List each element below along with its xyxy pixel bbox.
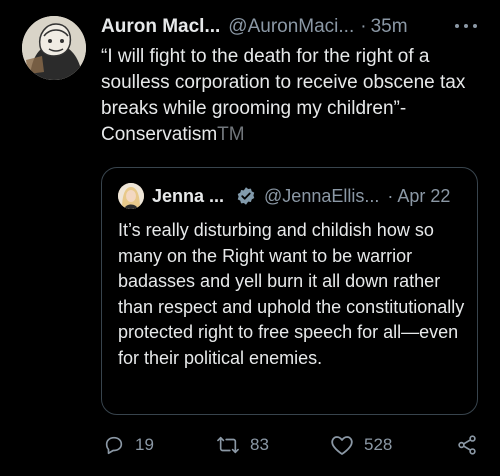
quoted-tweet[interactable]: Jenna ... @JennaEllis... · Apr 22 It’s r… (101, 167, 478, 415)
quote-date[interactable]: Apr 22 (397, 186, 450, 207)
retweet-count: 83 (250, 435, 269, 454)
reply-icon (103, 434, 125, 456)
quote-author-name[interactable]: Jenna ... (152, 186, 224, 207)
heart-icon (330, 434, 354, 456)
reply-count: 19 (135, 435, 154, 454)
like-count: 528 (364, 435, 393, 454)
tweet[interactable]: Auron Macl... @AuronMaci... · 35m “I wil… (0, 0, 500, 476)
share-icon (456, 434, 478, 456)
tweet-text: “I will fight to the death for the right… (101, 44, 491, 148)
quote-header: Jenna ... @JennaEllis... · Apr 22 (152, 183, 472, 209)
author-avatar[interactable] (22, 16, 86, 80)
more-horizontal-icon[interactable] (455, 19, 477, 33)
quote-author-avatar[interactable] (118, 183, 144, 209)
tweet-body: “I will fight to the death for the right… (101, 46, 466, 145)
retweet-button[interactable]: 83 (216, 430, 269, 460)
quote-separator-dot: · (387, 185, 394, 206)
quote-author-handle[interactable]: @JennaEllis... (264, 186, 379, 207)
separator-dot: · (360, 16, 367, 37)
author-handle[interactable]: @AuronMaci... (228, 16, 354, 38)
tweet-header: Auron Macl... @AuronMaci... · 35m (101, 13, 486, 41)
author-name[interactable]: Auron Macl... (101, 16, 220, 38)
verified-badge-icon (236, 186, 256, 206)
trademark-suffix: TM (217, 124, 245, 145)
retweet-icon (216, 434, 240, 456)
action-bar: 19 83 528 (103, 430, 483, 460)
quote-text: It’s really disturbing and childish how … (118, 220, 465, 368)
like-button[interactable]: 528 (330, 430, 392, 460)
reply-button[interactable]: 19 (103, 430, 154, 460)
tweet-time[interactable]: 35m (371, 16, 408, 38)
share-button[interactable] (456, 430, 478, 460)
